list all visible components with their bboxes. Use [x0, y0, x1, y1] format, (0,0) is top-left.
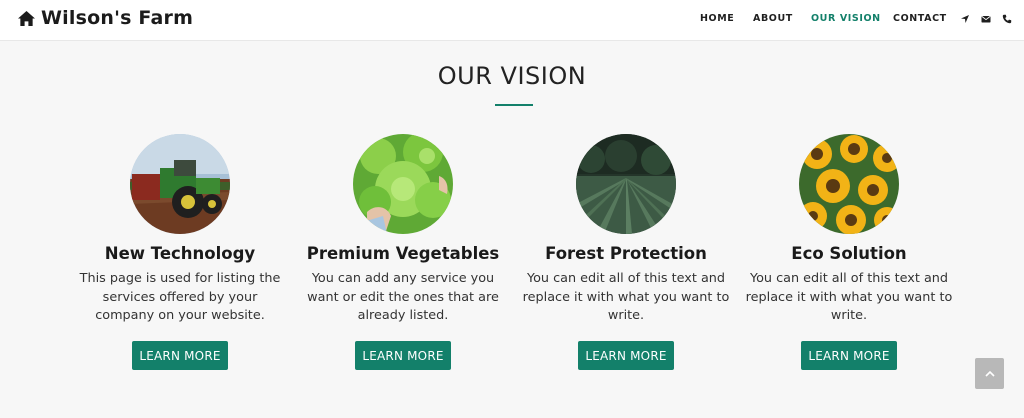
card-title: New Technology: [104, 244, 256, 263]
learn-more-button[interactable]: LEARN MORE: [801, 341, 897, 370]
envelope-icon[interactable]: [981, 14, 991, 24]
card-title: Forest Protection: [545, 244, 707, 263]
title-underline: [495, 104, 533, 106]
tractor-photo: [130, 134, 230, 234]
home-icon: [18, 10, 35, 26]
learn-more-button[interactable]: LEARN MORE: [355, 341, 451, 370]
vision-card: Forest Protection You can edit all of th…: [516, 134, 736, 370]
card-description: You can edit all of this text and replac…: [522, 271, 730, 323]
nav-item-our-vision[interactable]: OUR VISION: [811, 13, 881, 24]
learn-more-button[interactable]: LEARN MORE: [132, 341, 228, 370]
vision-card: Premium Vegetables You can add any servi…: [293, 134, 513, 370]
crop-field-photo: [576, 134, 676, 234]
location-arrow-icon[interactable]: [960, 14, 970, 24]
brand-name: Wilson's Farm: [41, 7, 194, 29]
card-description: This page is used for listing the servic…: [79, 271, 281, 323]
vision-card: Eco Solution You can edit all of this te…: [739, 134, 959, 370]
card-description: You can edit all of this text and replac…: [745, 271, 953, 323]
learn-more-button[interactable]: LEARN MORE: [578, 341, 674, 370]
phone-icon[interactable]: [1002, 14, 1012, 24]
vision-card: New Technology This page is used for lis…: [70, 134, 290, 370]
nav-item-contact[interactable]: CONTACT: [893, 13, 947, 24]
sunflowers-photo: [799, 134, 899, 234]
lettuce-photo: [353, 134, 453, 234]
chevron-up-icon: [984, 370, 995, 377]
nav-item-home[interactable]: HOME: [700, 13, 734, 24]
nav-item-about[interactable]: ABOUT: [753, 13, 793, 24]
brand-logo[interactable]: Wilson's Farm: [17, 7, 193, 29]
section-title: OUR VISION: [437, 62, 587, 90]
card-description: You can add any service you want or edit…: [307, 271, 499, 323]
back-to-top-button[interactable]: [975, 358, 1004, 389]
top-navbar: Wilson's Farm HOME ABOUT OUR VISION CONT…: [0, 0, 1024, 41]
card-title: Eco Solution: [791, 244, 907, 263]
card-title: Premium Vegetables: [306, 244, 500, 263]
